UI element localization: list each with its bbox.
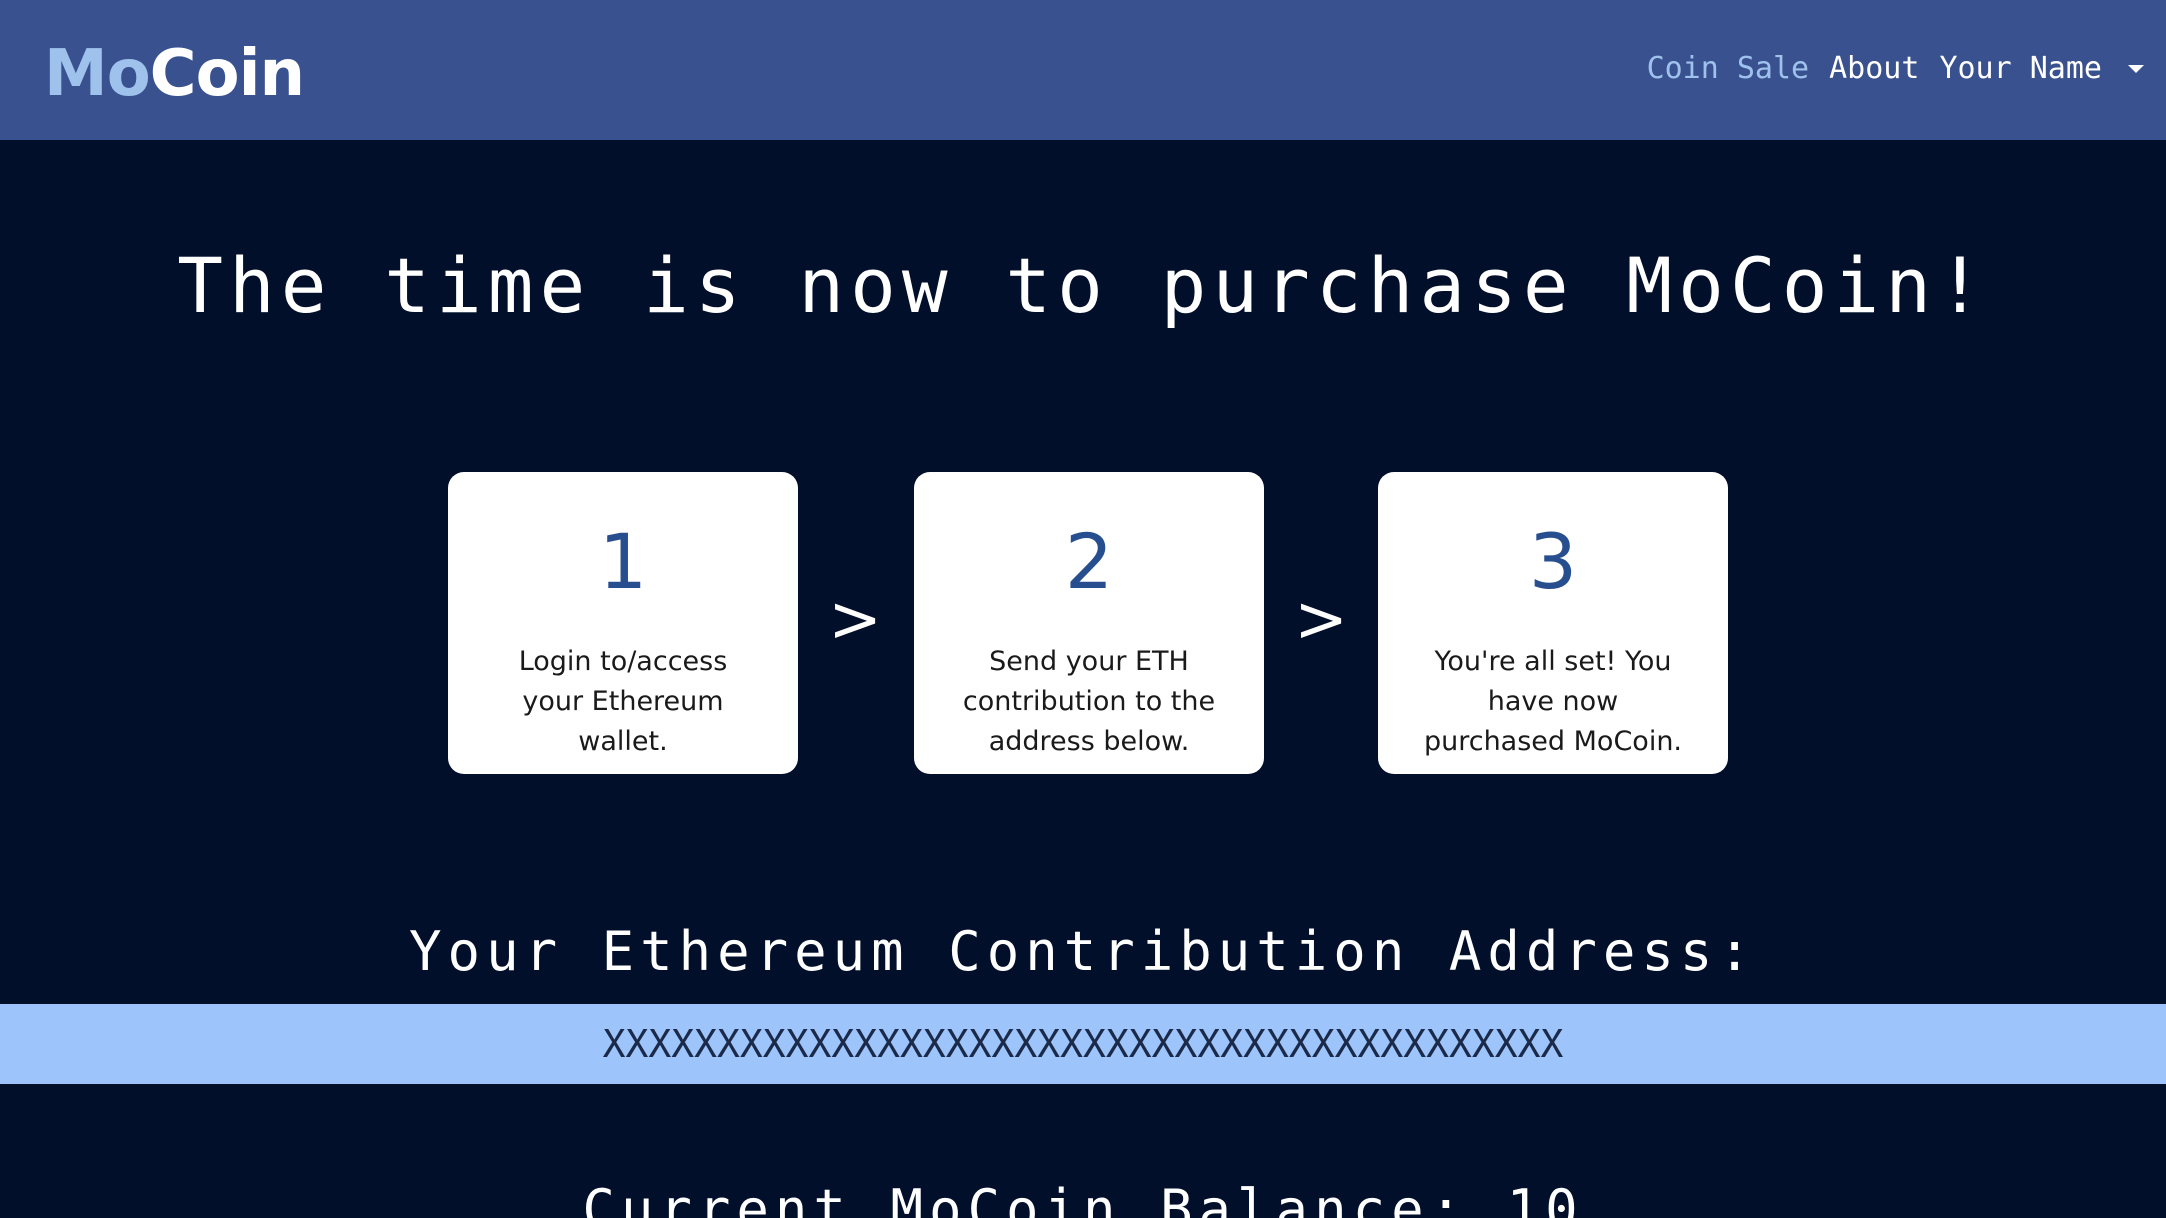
navbar: MoCoin Coin Sale About Your Name xyxy=(0,0,2166,140)
step-description: Login to/access your Ethereum wallet. xyxy=(518,646,728,757)
step-card-3: 3 You're all set! You have now purchased… xyxy=(1378,472,1728,774)
nav-link-about[interactable]: About xyxy=(1829,51,1919,86)
page-title: The time is now to purchase MoCoin! xyxy=(177,241,1989,330)
step-separator-arrow: > xyxy=(1294,583,1348,657)
contribution-address-label: Your Ethereum Contribution Address: xyxy=(409,920,1757,983)
caret-down-icon xyxy=(2128,65,2144,73)
brand-logo-mo: Mo xyxy=(44,37,151,111)
step-separator-arrow: > xyxy=(828,583,882,657)
coin-balance: Current MoCoin Balance: 10 xyxy=(582,1178,1584,1218)
user-menu-dropdown[interactable]: Your Name xyxy=(1939,51,2144,86)
step-number: 1 xyxy=(598,517,648,606)
user-menu-label: Your Name xyxy=(1939,50,2102,86)
step-card-2: 2 Send your ETH contribution to the addr… xyxy=(914,472,1264,774)
step-card-1: 1 Login to/access your Ethereum wallet. xyxy=(448,472,798,774)
step-number: 3 xyxy=(1528,517,1578,606)
step-description: Send your ETH contribution to the addres… xyxy=(962,646,1216,757)
contribution-address-value[interactable]: XXXXXXXXXXXXXXXXXXXXXXXXXXXXXXXXXXXXXXXX… xyxy=(603,1004,1564,1084)
brand-logo[interactable]: MoCoin xyxy=(44,34,305,114)
step-description: You're all set! You have now purchased M… xyxy=(1423,646,1683,757)
nav-links: Coin Sale About Your Name xyxy=(1627,48,2144,88)
contribution-address-bar: XXXXXXXXXXXXXXXXXXXXXXXXXXXXXXXXXXXXXXXX… xyxy=(0,1004,2166,1084)
brand-logo-coin: Coin xyxy=(149,37,305,111)
nav-link-coin-sale[interactable]: Coin Sale xyxy=(1647,51,1810,86)
step-number: 2 xyxy=(1064,517,1114,606)
